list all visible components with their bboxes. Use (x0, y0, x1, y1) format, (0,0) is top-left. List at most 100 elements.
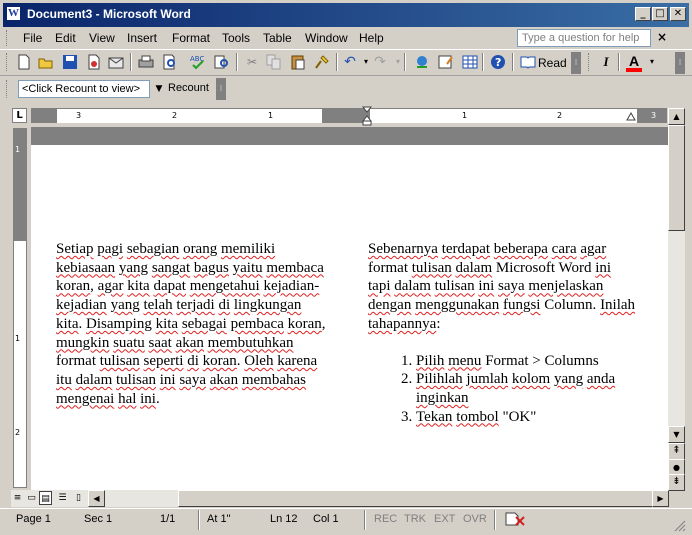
misspelled-word: itu (56, 371, 72, 388)
menu-file[interactable]: File (23, 31, 42, 45)
read-mode-label[interactable]: Read (538, 56, 567, 70)
status-ext[interactable]: EXT (434, 513, 455, 525)
vruler-mark: 1 (15, 145, 21, 154)
status-page-count[interactable]: 1/1 (160, 513, 175, 525)
scroll-up-button[interactable]: ▲ (668, 108, 685, 125)
list-item[interactable]: Pilihlah jumlah kolom yang anda inginkan (416, 370, 636, 407)
print-icon[interactable] (138, 54, 154, 70)
tables-borders-icon[interactable] (438, 54, 454, 70)
menu-window[interactable]: Window (305, 31, 348, 45)
reading-layout-view-icon[interactable]: ▯ (72, 491, 85, 505)
italic-button[interactable]: I (598, 54, 614, 70)
format-painter-icon[interactable] (314, 54, 330, 70)
scroll-right-button[interactable]: ▶ (652, 490, 669, 507)
toolbar-grip[interactable] (6, 80, 9, 98)
help-icon[interactable]: ? (490, 54, 506, 70)
redo-icon[interactable]: ↷ (372, 54, 388, 70)
misspelled-word: orang (183, 241, 218, 257)
status-column[interactable]: Col 1 (313, 513, 339, 525)
status-position[interactable]: At 1" (207, 513, 230, 525)
word-app-icon[interactable]: W (6, 6, 21, 21)
ruler-margin-left (31, 108, 57, 123)
research-icon[interactable] (214, 54, 230, 70)
scroll-left-button[interactable]: ◀ (88, 490, 105, 507)
permission-icon[interactable] (86, 54, 102, 70)
scroll-down-button[interactable]: ▼ (668, 426, 685, 443)
misspelled-word: Tekan (416, 408, 453, 425)
print-preview-icon[interactable] (162, 54, 178, 70)
misspelled-word: agar (580, 241, 607, 257)
status-line[interactable]: Ln 12 (270, 513, 298, 525)
web-layout-view-icon[interactable]: ▭ (25, 491, 38, 505)
misspelled-word: sebagian (126, 241, 180, 257)
previous-page-button[interactable]: ⇞ (668, 443, 685, 460)
new-document-icon[interactable] (16, 54, 32, 70)
status-separator (198, 510, 200, 530)
copy-icon[interactable] (266, 54, 282, 70)
status-rec[interactable]: REC (374, 513, 397, 525)
undo-icon[interactable]: ↶ (342, 54, 358, 70)
word-count-select[interactable]: <Click Recount to view> (18, 80, 150, 98)
text-run: format (368, 259, 412, 276)
hyperlink-icon[interactable] (414, 54, 430, 70)
horizontal-scroll-thumb[interactable] (178, 490, 654, 507)
status-separator (494, 510, 496, 530)
save-icon[interactable] (62, 54, 78, 70)
toolbar-options-icon[interactable]: ⁝ (216, 78, 226, 100)
toolbar-separator (236, 53, 238, 71)
paste-icon[interactable] (290, 54, 306, 70)
resize-grip-icon[interactable] (672, 518, 686, 532)
vertical-scroll-thumb[interactable] (668, 125, 685, 231)
maximize-button[interactable]: □ (652, 7, 668, 21)
document-close-button[interactable]: × (657, 30, 667, 44)
list-item[interactable]: Pilih menu Format > Columns (416, 352, 636, 371)
numbered-steps-list[interactable]: Pilih menu Format > ColumnsPilihlah juml… (368, 352, 636, 427)
menu-view[interactable]: View (89, 31, 115, 45)
menu-tools[interactable]: Tools (222, 31, 250, 45)
help-search-input[interactable]: Type a question for help (517, 29, 651, 47)
misspelled-word: ini (159, 371, 176, 388)
email-icon[interactable] (108, 54, 124, 70)
menu-edit[interactable]: Edit (55, 31, 76, 45)
read-mode-icon[interactable] (520, 54, 536, 70)
misspelled-word: koran (287, 315, 322, 332)
open-folder-icon[interactable] (38, 54, 54, 70)
chevron-down-icon[interactable]: ▼ (152, 80, 166, 98)
menu-help[interactable]: Help (359, 31, 384, 45)
toolbar-grip[interactable] (588, 53, 591, 71)
status-ovr[interactable]: OVR (463, 513, 487, 525)
text-run: Microsoft Word (492, 259, 596, 276)
paragraph-left[interactable]: Setiap pagi sebagian orang memiliki kebi… (56, 240, 328, 408)
list-item[interactable]: Tekan tombol "OK" (416, 408, 636, 427)
toolbar-separator (404, 53, 406, 71)
next-page-button[interactable]: ⇟ (668, 474, 685, 491)
misspelled-word: memiliki (220, 241, 276, 257)
menu-format[interactable]: Format (172, 31, 210, 45)
right-indent-marker-icon[interactable] (626, 111, 636, 121)
text-column-left[interactable]: Setiap pagi sebagian orang memiliki kebi… (56, 240, 328, 408)
indent-marker-icon[interactable] (361, 106, 373, 126)
spelling-status-icon[interactable] (504, 511, 526, 527)
text-column-right[interactable]: Sebenarnya terdapat beberapa cara agar f… (368, 240, 636, 426)
outline-view-icon[interactable]: ☰ (56, 491, 69, 505)
spelling-icon[interactable]: ABC (190, 54, 206, 70)
font-color-dropdown-icon[interactable]: ▾ (644, 54, 660, 70)
paragraph-right[interactable]: Sebenarnya terdapat beberapa cara agar f… (368, 240, 636, 334)
toolbar-options-icon[interactable]: ⁝ (675, 52, 685, 74)
menu-insert[interactable]: Insert (127, 31, 157, 45)
status-section[interactable]: Sec 1 (84, 513, 112, 525)
insert-table-icon[interactable] (462, 54, 478, 70)
toolbar-options-icon[interactable]: ⁝ (571, 52, 581, 74)
recount-button[interactable]: Recount (168, 82, 209, 94)
status-trk[interactable]: TRK (404, 513, 426, 525)
status-page[interactable]: Page 1 (16, 513, 51, 525)
normal-view-icon[interactable]: ≡ (11, 491, 24, 505)
toolbar-grip[interactable] (6, 53, 9, 71)
menubar-grip[interactable] (6, 30, 9, 46)
tab-selector-button[interactable]: L (12, 108, 27, 123)
close-button[interactable]: ✕ (670, 7, 686, 21)
minimize-button[interactable]: _ (635, 7, 651, 21)
print-layout-view-icon[interactable]: ▤ (39, 491, 52, 505)
menu-table[interactable]: Table (263, 31, 292, 45)
cut-icon[interactable]: ✂ (244, 54, 260, 70)
